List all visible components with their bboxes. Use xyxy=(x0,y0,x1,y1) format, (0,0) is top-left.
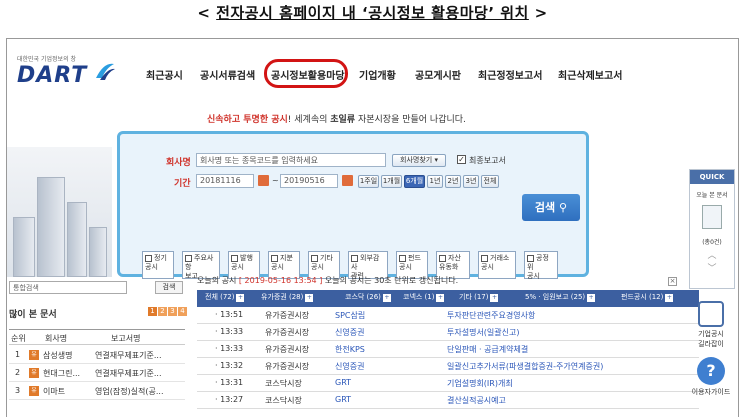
list-item[interactable]: 3 유 이마트 영업(잠정)실적(공... xyxy=(9,383,185,400)
page-2-button[interactable]: 2 xyxy=(158,307,167,316)
table-row[interactable]: · 13:27 코스닥시장 GRT 결산실적공시예고 xyxy=(197,392,699,409)
recently-viewed-label[interactable]: 오늘 본 문서 xyxy=(690,190,734,199)
logo-subtitle: 대한민국 기업정보의 창 xyxy=(17,56,77,63)
logo-swoosh-icon xyxy=(96,63,115,80)
table-row[interactable]: · 13:31 코스닥시장 GRT 기업설명회(IR)개최 xyxy=(197,375,699,392)
period-label: 기간 xyxy=(174,179,191,189)
nav-company-overview[interactable]: 기업개황 xyxy=(359,67,396,82)
user-guide-link[interactable]: ? 이용자가이드 xyxy=(687,357,735,397)
nav-offering-board[interactable]: 공모게시판 xyxy=(415,67,461,82)
dart-homepage: 대한민국 기업정보의 창 DART 최근공시 공시서류검색 공시정보활용마당 기… xyxy=(6,38,739,417)
close-icon[interactable]: × xyxy=(668,277,677,286)
company-search-input[interactable]: 회사명 또는 종목코드를 입력하세요 xyxy=(196,153,386,167)
table-row[interactable]: · 13:33 유가증권시장 한전KPS 단일판매 · 공급계약체결 xyxy=(197,341,699,358)
help-icon: ? xyxy=(697,357,725,385)
period-3year-button[interactable]: 3년 xyxy=(463,175,479,188)
quick-panel: QUICK 오늘 본 문서 (총0건) ︿ ﹀ xyxy=(689,169,735,289)
date-from-input[interactable]: 20181116 xyxy=(196,174,254,188)
integrated-search-button[interactable]: 검색 xyxy=(155,281,183,294)
tab-executive-report[interactable]: 5% · 임원보고 (25) + xyxy=(525,292,596,302)
nav-recent-disclosures[interactable]: 최근공시 xyxy=(146,67,183,82)
date-to-input[interactable]: 20190516 xyxy=(280,174,338,188)
period-1week-button[interactable]: 1주일 xyxy=(358,175,379,188)
period-6month-button[interactable]: 6개월 xyxy=(404,175,425,188)
document-icon xyxy=(702,205,722,229)
highlight-circle xyxy=(264,59,348,88)
period-all-button[interactable]: 전체 xyxy=(481,175,499,188)
tab-fund[interactable]: 펀드공시 (12) + xyxy=(621,292,674,302)
nav-document-search[interactable]: 공시서류검색 xyxy=(200,67,255,82)
search-icon: ⚲ xyxy=(559,201,568,214)
page-1-button[interactable]: 1 xyxy=(148,307,157,316)
category-ftc[interactable]: 공정위 공시 xyxy=(524,251,558,280)
caption-prefix: < xyxy=(197,4,217,22)
recently-viewed-count: (총0건) xyxy=(702,239,722,246)
nav-recent-corrections[interactable]: 최근정정보고서 xyxy=(478,67,542,82)
dart-logo[interactable]: DART xyxy=(17,63,87,88)
category-exchange[interactable]: 거래소 공시 xyxy=(478,251,516,279)
final-report-label: 최종보고서 xyxy=(469,156,506,165)
disclosure-tabs: 전체 (72) + 유가증권 (28) + 코스닥 (26) + 코넥스 (1) + 기… xyxy=(197,290,699,307)
search-panel: 회사명 회사명 또는 종목코드를 입력하세요 회사명찾기 ▾ ✓ 최종보고서 기… xyxy=(117,131,589,280)
integrated-search-input[interactable]: 통합검색 xyxy=(9,281,127,294)
today-disclosure-header: 오늘의 공시 [ 2019-05-16 13:54 ] 오늘의 공시는 30초 … xyxy=(197,276,459,285)
tab-konex[interactable]: 코넥스 (1) + xyxy=(403,292,445,302)
most-viewed-title: 많이 본 문서 xyxy=(9,310,57,320)
tab-kosdaq[interactable]: 코스닥 (26) + xyxy=(345,292,391,302)
caption: < 전자공시 홈페이지 내 ‘공시정보 활용마당’ 위치 > xyxy=(0,2,745,23)
list-item[interactable]: 2 유 현대그린... 연결재무제표기준... xyxy=(9,365,185,382)
period-1year-button[interactable]: 1년 xyxy=(427,175,443,188)
tab-all[interactable]: 전체 (72) + xyxy=(205,292,245,302)
category-regular[interactable]: 정기 공시 xyxy=(142,251,174,279)
calendar-from-icon[interactable] xyxy=(258,175,269,186)
page-4-button[interactable]: 4 xyxy=(178,307,187,316)
guide-document-icon xyxy=(698,301,724,327)
company-list-button[interactable]: 회사명찾기 ▾ xyxy=(392,154,446,167)
chevron-down-icon[interactable]: ﹀ xyxy=(690,261,734,274)
search-button[interactable]: 검색 ⚲ xyxy=(522,194,580,221)
tab-kospi[interactable]: 유가증권 (28) + xyxy=(261,292,314,302)
caption-title: 전자공시 홈페이지 내 ‘공시정보 활용마당’ 위치 xyxy=(216,4,529,22)
page-3-button[interactable]: 3 xyxy=(168,307,177,316)
buildings-image xyxy=(7,147,112,277)
quick-title: QUICK xyxy=(690,170,734,184)
tab-other[interactable]: 기타 (17) + xyxy=(459,292,499,302)
company-label: 회사명 xyxy=(166,158,191,168)
table-row[interactable]: · 13:33 유가증권시장 신영증권 투자설명서(일괄신고) xyxy=(197,324,699,341)
most-viewed-header: 순위 회사명 보고서명 xyxy=(9,329,185,345)
table-row[interactable]: · 13:51 유가증권시장 SPC삼립 투자판단관련주요경영사항 xyxy=(197,307,699,324)
period-2year-button[interactable]: 2년 xyxy=(445,175,461,188)
list-item[interactable]: 1 유 삼성생명 연결재무제표기준... xyxy=(9,347,185,364)
slogan: 신속하고 투명한 공시! 세계속의 초일류 자본시장을 만들어 나갑니다. xyxy=(207,115,466,125)
final-report-checkbox[interactable]: ✓ xyxy=(457,155,466,164)
calendar-to-icon[interactable] xyxy=(342,175,353,186)
chevron-up-icon[interactable]: ︿ xyxy=(690,248,734,261)
period-1month-button[interactable]: 1개월 xyxy=(381,175,402,188)
nav-recent-deletions[interactable]: 최근삭제보고서 xyxy=(558,67,622,82)
table-row[interactable]: · 13:32 유가증권시장 신영증권 일괄신고추가서류(파생결합증권-주가연계증권) xyxy=(197,358,699,375)
disclosure-guide-link[interactable]: 기업공시 길라잡이 xyxy=(687,301,735,349)
caption-suffix: > xyxy=(528,4,548,22)
